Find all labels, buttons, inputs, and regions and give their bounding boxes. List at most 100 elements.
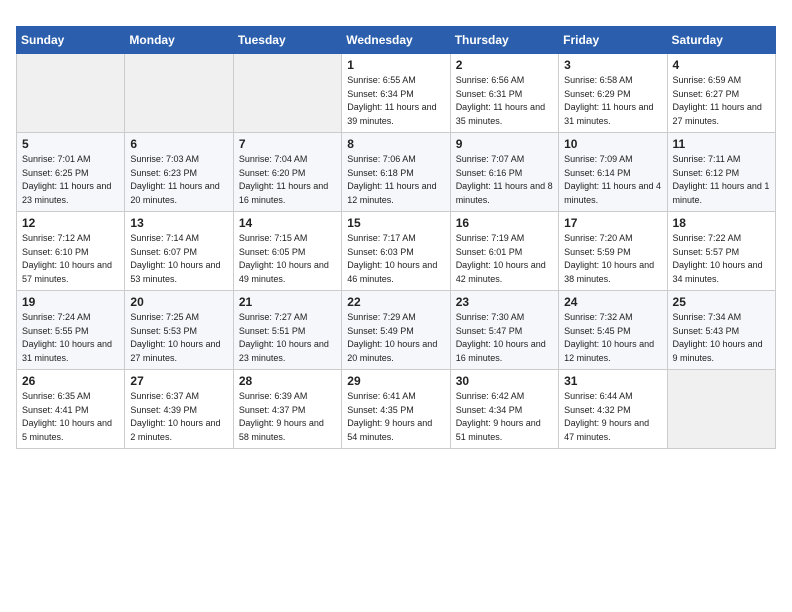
day-number: 24 xyxy=(564,295,661,309)
calendar-cell: 17 Sunrise: 7:20 AMSunset: 5:59 PMDayligh… xyxy=(559,212,667,291)
day-info: Sunrise: 7:22 AMSunset: 5:57 PMDaylight:… xyxy=(673,232,770,286)
calendar-cell: 19 Sunrise: 7:24 AMSunset: 5:55 PMDayligh… xyxy=(17,291,125,370)
day-number: 15 xyxy=(347,216,444,230)
calendar-cell: 25 Sunrise: 7:34 AMSunset: 5:43 PMDayligh… xyxy=(667,291,775,370)
day-info: Sunrise: 7:12 AMSunset: 6:10 PMDaylight:… xyxy=(22,232,119,286)
day-info: Sunrise: 6:41 AMSunset: 4:35 PMDaylight:… xyxy=(347,390,444,444)
day-info: Sunrise: 7:03 AMSunset: 6:23 PMDaylight:… xyxy=(130,153,227,207)
weekday-header-monday: Monday xyxy=(125,27,233,54)
week-row-5: 26 Sunrise: 6:35 AMSunset: 4:41 PMDayligh… xyxy=(17,370,776,449)
day-info: Sunrise: 7:11 AMSunset: 6:12 PMDaylight:… xyxy=(673,153,770,207)
day-number: 3 xyxy=(564,58,661,72)
day-info: Sunrise: 7:07 AMSunset: 6:16 PMDaylight:… xyxy=(456,153,553,207)
weekday-header-friday: Friday xyxy=(559,27,667,54)
day-info: Sunrise: 6:39 AMSunset: 4:37 PMDaylight:… xyxy=(239,390,336,444)
calendar-cell: 20 Sunrise: 7:25 AMSunset: 5:53 PMDayligh… xyxy=(125,291,233,370)
calendar-cell: 26 Sunrise: 6:35 AMSunset: 4:41 PMDayligh… xyxy=(17,370,125,449)
day-info: Sunrise: 6:37 AMSunset: 4:39 PMDaylight:… xyxy=(130,390,227,444)
calendar-cell: 12Sunrise: 7:12 AMSunset: 6:10 PMDayligh… xyxy=(17,212,125,291)
day-number: 20 xyxy=(130,295,227,309)
day-info: Sunrise: 7:09 AMSunset: 6:14 PMDaylight:… xyxy=(564,153,661,207)
calendar-cell: 4 Sunrise: 6:59 AMSunset: 6:27 PMDaylight… xyxy=(667,54,775,133)
day-info: Sunrise: 7:24 AMSunset: 5:55 PMDaylight:… xyxy=(22,311,119,365)
calendar-cell: 14 Sunrise: 7:15 AMSunset: 6:05 PMDayligh… xyxy=(233,212,341,291)
calendar-cell: 8 Sunrise: 7:06 AMSunset: 6:18 PMDaylight… xyxy=(342,133,450,212)
day-number: 16 xyxy=(456,216,553,230)
day-number: 23 xyxy=(456,295,553,309)
day-info: Sunrise: 6:58 AMSunset: 6:29 PMDaylight:… xyxy=(564,74,661,128)
week-row-2: 5 Sunrise: 7:01 AMSunset: 6:25 PMDaylight… xyxy=(17,133,776,212)
day-info: Sunrise: 7:06 AMSunset: 6:18 PMDaylight:… xyxy=(347,153,444,207)
day-number: 4 xyxy=(673,58,770,72)
day-number: 28 xyxy=(239,374,336,388)
day-info: Sunrise: 7:15 AMSunset: 6:05 PMDaylight:… xyxy=(239,232,336,286)
calendar-cell: 22Sunrise: 7:29 AMSunset: 5:49 PMDayligh… xyxy=(342,291,450,370)
day-number: 25 xyxy=(673,295,770,309)
calendar-cell: 21Sunrise: 7:27 AMSunset: 5:51 PMDayligh… xyxy=(233,291,341,370)
calendar-cell: 2Sunrise: 6:56 AMSunset: 6:31 PMDaylight… xyxy=(450,54,558,133)
day-info: Sunrise: 7:32 AMSunset: 5:45 PMDaylight:… xyxy=(564,311,661,365)
calendar-cell: 31 Sunrise: 6:44 AMSunset: 4:32 PMDayligh… xyxy=(559,370,667,449)
day-info: Sunrise: 7:34 AMSunset: 5:43 PMDaylight:… xyxy=(673,311,770,365)
day-number: 8 xyxy=(347,137,444,151)
week-row-1: 1Sunrise: 6:55 AMSunset: 6:34 PMDaylight… xyxy=(17,54,776,133)
day-number: 14 xyxy=(239,216,336,230)
calendar-cell: 5 Sunrise: 7:01 AMSunset: 6:25 PMDaylight… xyxy=(17,133,125,212)
calendar-cell: 27 Sunrise: 6:37 AMSunset: 4:39 PMDayligh… xyxy=(125,370,233,449)
day-number: 26 xyxy=(22,374,119,388)
week-row-3: 12Sunrise: 7:12 AMSunset: 6:10 PMDayligh… xyxy=(17,212,776,291)
day-info: Sunrise: 7:04 AMSunset: 6:20 PMDaylight:… xyxy=(239,153,336,207)
day-info: Sunrise: 7:25 AMSunset: 5:53 PMDaylight:… xyxy=(130,311,227,365)
day-number: 10 xyxy=(564,137,661,151)
week-row-4: 19 Sunrise: 7:24 AMSunset: 5:55 PMDayligh… xyxy=(17,291,776,370)
calendar-cell: 18 Sunrise: 7:22 AMSunset: 5:57 PMDayligh… xyxy=(667,212,775,291)
calendar-cell: 11 Sunrise: 7:11 AMSunset: 6:12 PMDayligh… xyxy=(667,133,775,212)
calendar-cell: 9 Sunrise: 7:07 AMSunset: 6:16 PMDaylight… xyxy=(450,133,558,212)
calendar-cell: 23 Sunrise: 7:30 AMSunset: 5:47 PMDayligh… xyxy=(450,291,558,370)
day-info: Sunrise: 7:20 AMSunset: 5:59 PMDaylight:… xyxy=(564,232,661,286)
calendar-cell: 1Sunrise: 6:55 AMSunset: 6:34 PMDaylight… xyxy=(342,54,450,133)
weekday-header-thursday: Thursday xyxy=(450,27,558,54)
calendar-cell xyxy=(17,54,125,133)
calendar-cell: 24 Sunrise: 7:32 AMSunset: 5:45 PMDayligh… xyxy=(559,291,667,370)
day-number: 18 xyxy=(673,216,770,230)
calendar-cell: 13 Sunrise: 7:14 AMSunset: 6:07 PMDayligh… xyxy=(125,212,233,291)
day-info: Sunrise: 7:30 AMSunset: 5:47 PMDaylight:… xyxy=(456,311,553,365)
day-number: 17 xyxy=(564,216,661,230)
day-number: 9 xyxy=(456,137,553,151)
day-number: 5 xyxy=(22,137,119,151)
day-number: 29 xyxy=(347,374,444,388)
weekday-header-sunday: Sunday xyxy=(17,27,125,54)
day-number: 13 xyxy=(130,216,227,230)
calendar-cell xyxy=(667,370,775,449)
day-number: 22 xyxy=(347,295,444,309)
day-number: 11 xyxy=(673,137,770,151)
calendar-cell: 28 Sunrise: 6:39 AMSunset: 4:37 PMDayligh… xyxy=(233,370,341,449)
day-info: Sunrise: 6:35 AMSunset: 4:41 PMDaylight:… xyxy=(22,390,119,444)
day-info: Sunrise: 6:42 AMSunset: 4:34 PMDaylight:… xyxy=(456,390,553,444)
day-number: 27 xyxy=(130,374,227,388)
weekday-header-tuesday: Tuesday xyxy=(233,27,341,54)
day-number: 19 xyxy=(22,295,119,309)
weekday-header-row: SundayMondayTuesdayWednesdayThursdayFrid… xyxy=(17,27,776,54)
weekday-header-wednesday: Wednesday xyxy=(342,27,450,54)
calendar-cell: 30 Sunrise: 6:42 AMSunset: 4:34 PMDayligh… xyxy=(450,370,558,449)
day-info: Sunrise: 6:59 AMSunset: 6:27 PMDaylight:… xyxy=(673,74,770,128)
day-number: 30 xyxy=(456,374,553,388)
day-number: 2 xyxy=(456,58,553,72)
calendar-cell: 29 Sunrise: 6:41 AMSunset: 4:35 PMDayligh… xyxy=(342,370,450,449)
day-number: 21 xyxy=(239,295,336,309)
weekday-header-saturday: Saturday xyxy=(667,27,775,54)
day-number: 6 xyxy=(130,137,227,151)
day-info: Sunrise: 7:14 AMSunset: 6:07 PMDaylight:… xyxy=(130,232,227,286)
day-info: Sunrise: 6:55 AMSunset: 6:34 PMDaylight:… xyxy=(347,74,444,128)
day-number: 7 xyxy=(239,137,336,151)
calendar-cell: 6 Sunrise: 7:03 AMSunset: 6:23 PMDaylight… xyxy=(125,133,233,212)
calendar-cell: 16Sunrise: 7:19 AMSunset: 6:01 PMDayligh… xyxy=(450,212,558,291)
calendar-cell: 15 Sunrise: 7:17 AMSunset: 6:03 PMDayligh… xyxy=(342,212,450,291)
calendar-cell: 3 Sunrise: 6:58 AMSunset: 6:29 PMDaylight… xyxy=(559,54,667,133)
day-info: Sunrise: 6:44 AMSunset: 4:32 PMDaylight:… xyxy=(564,390,661,444)
day-info: Sunrise: 7:17 AMSunset: 6:03 PMDaylight:… xyxy=(347,232,444,286)
day-info: Sunrise: 7:01 AMSunset: 6:25 PMDaylight:… xyxy=(22,153,119,207)
day-number: 31 xyxy=(564,374,661,388)
